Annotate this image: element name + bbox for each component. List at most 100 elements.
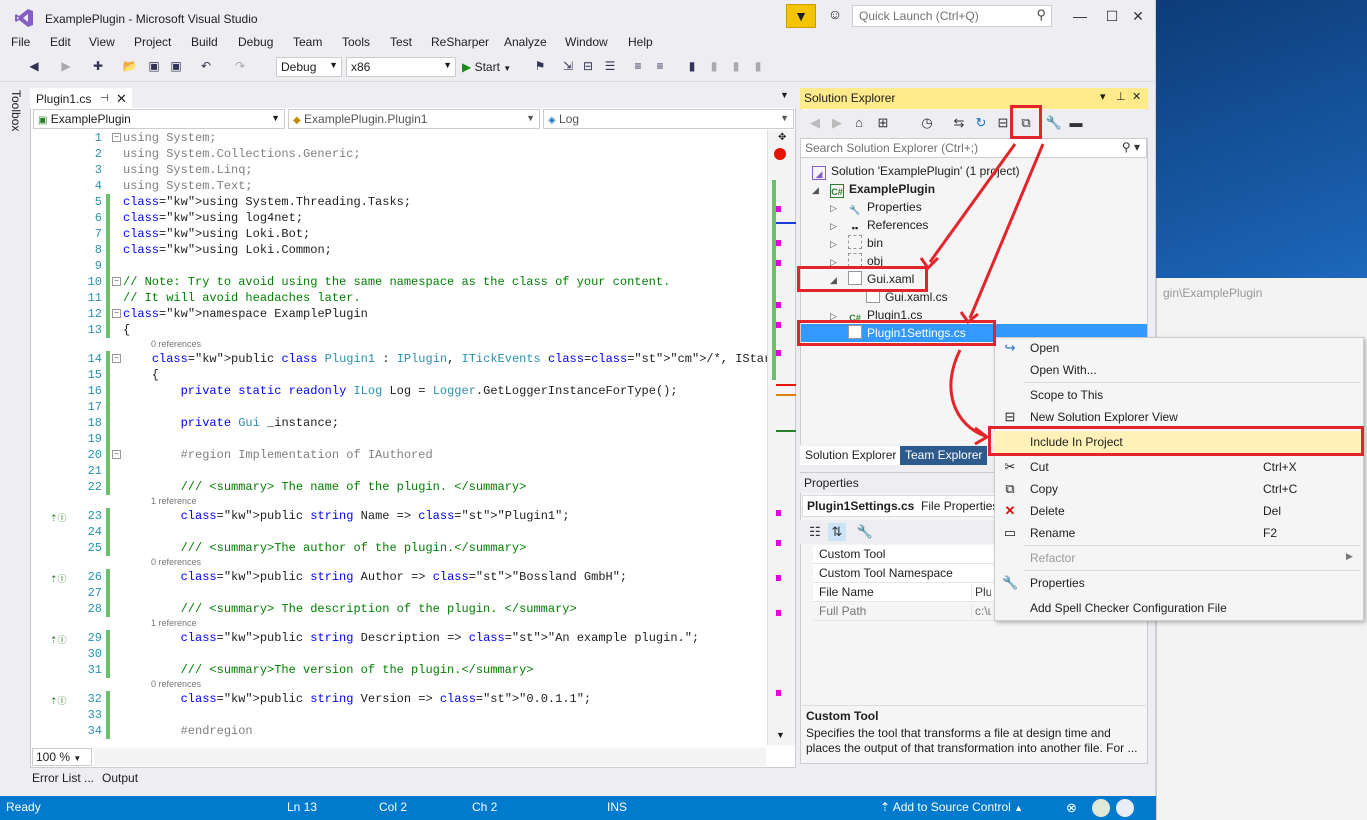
- menu-item-scope-to-this[interactable]: Scope to This: [994, 384, 1362, 406]
- menu-test[interactable]: Test: [390, 35, 412, 49]
- find-icon[interactable]: ⊟: [580, 58, 596, 74]
- panel-menu-icon[interactable]: ▾: [1100, 90, 1106, 103]
- codelens-references[interactable]: 1 reference: [151, 496, 197, 508]
- next-bookmark-icon[interactable]: ▮: [728, 58, 744, 74]
- add-to-source-control-button[interactable]: ⇡ Add to Source Control ▲: [880, 800, 1023, 814]
- collapsed-triangle-icon[interactable]: ▷: [830, 221, 837, 232]
- menu-item-delete[interactable]: ✕ Delete Del: [994, 500, 1362, 522]
- fold-toggle[interactable]: −: [112, 450, 121, 459]
- close-icon[interactable]: ✕: [1132, 90, 1141, 103]
- notification-bell-icon[interactable]: [1116, 799, 1134, 817]
- menu-file[interactable]: File: [11, 35, 30, 49]
- codelens-references[interactable]: 0 references: [151, 339, 201, 351]
- preview-icon[interactable]: ▬: [1067, 114, 1085, 132]
- feedback-icon[interactable]: ☺: [824, 6, 846, 26]
- indent-icon[interactable]: ☰: [602, 58, 618, 74]
- codelens-references[interactable]: 1 reference: [151, 618, 197, 630]
- categorized-icon[interactable]: ☷: [806, 523, 824, 541]
- forward-icon[interactable]: ▶: [828, 114, 846, 132]
- tab-error-list[interactable]: Error List ...: [32, 771, 94, 785]
- zoom-level-select[interactable]: 100 % ▼: [32, 748, 92, 766]
- menu-project[interactable]: Project: [134, 35, 171, 49]
- fold-toggle[interactable]: −: [112, 277, 121, 286]
- forward-icon[interactable]: ▶: [58, 58, 74, 74]
- menu-build[interactable]: Build: [191, 35, 218, 49]
- nav-member-select[interactable]: ◈ Log ▼: [543, 109, 794, 129]
- scroll-down-icon[interactable]: ▼: [776, 730, 788, 742]
- menu-resharper[interactable]: ReSharper: [431, 35, 489, 49]
- alphabetical-icon[interactable]: ⇅: [828, 523, 846, 541]
- tree-project[interactable]: C# ExamplePlugin: [830, 180, 935, 198]
- sync-icon[interactable]: ⇆: [950, 114, 968, 132]
- menu-help[interactable]: Help: [628, 35, 653, 49]
- tab-output[interactable]: Output: [102, 771, 138, 785]
- tab-team-explorer[interactable]: Team Explorer: [900, 446, 988, 465]
- home-icon[interactable]: ⌂: [850, 114, 868, 132]
- toolbox-panel[interactable]: Toolbox: [0, 82, 30, 768]
- tab-solution-explorer[interactable]: Solution Explorer: [800, 446, 902, 465]
- codelens-references[interactable]: 0 references: [151, 679, 201, 691]
- tab-plugin1-cs[interactable]: Plugin1.cs ⊣ ✕: [30, 88, 132, 108]
- switch-views-icon[interactable]: ⊞: [874, 114, 892, 132]
- solution-configuration-select[interactable]: Debug ▼: [276, 57, 342, 77]
- collapsed-triangle-icon[interactable]: ▷: [830, 239, 837, 250]
- tree-references[interactable]: ▪▪ References: [848, 216, 929, 234]
- refresh-icon[interactable]: ↻: [972, 114, 990, 132]
- redo-icon[interactable]: ↷: [232, 58, 248, 74]
- menu-item-open[interactable]: ↪ Open: [994, 337, 1362, 359]
- menu-item-open-with[interactable]: Open With...: [994, 359, 1362, 381]
- comment-icon[interactable]: ≡: [630, 58, 646, 74]
- code-area[interactable]: 1− using System; 2 using System.Collection…: [32, 130, 767, 745]
- menu-window[interactable]: Window: [565, 35, 608, 49]
- menu-item-add-spell-checker[interactable]: Add Spell Checker Configuration File: [994, 597, 1362, 619]
- tab-dropdown-icon[interactable]: ▼: [780, 90, 789, 100]
- menu-analyze[interactable]: Analyze: [504, 35, 547, 49]
- save-all-icon[interactable]: ▣: [168, 58, 184, 74]
- solution-platform-select[interactable]: x86 ▼: [346, 57, 456, 77]
- properties-wrench-icon[interactable]: 🔧: [1045, 114, 1063, 132]
- menu-item-cut[interactable]: ✂ Cut Ctrl+X: [994, 456, 1362, 478]
- property-pages-icon[interactable]: 🔧: [856, 523, 874, 541]
- menu-edit[interactable]: Edit: [50, 35, 71, 49]
- collapsed-triangle-icon[interactable]: ▷: [830, 203, 837, 214]
- back-icon[interactable]: ◀: [806, 114, 824, 132]
- browser-link-icon[interactable]: ⚑: [532, 58, 548, 74]
- step-icon[interactable]: ⇲: [560, 58, 576, 74]
- notification-filter-icon[interactable]: ▼: [786, 4, 816, 28]
- open-file-icon[interactable]: 📂: [122, 58, 138, 74]
- close-icon[interactable]: ✕: [116, 91, 127, 107]
- editor-horizontal-scrollbar[interactable]: [94, 748, 766, 766]
- menu-item-copy[interactable]: ⧉ Copy Ctrl+C: [994, 478, 1362, 500]
- bookmark-icon[interactable]: ▮: [684, 58, 700, 74]
- close-button[interactable]: ✕: [1116, 0, 1160, 34]
- codelens-references[interactable]: 0 references: [151, 557, 201, 569]
- prev-bookmark-icon[interactable]: ▮: [706, 58, 722, 74]
- menu-view[interactable]: View: [89, 35, 115, 49]
- tree-bin[interactable]: bin: [848, 234, 883, 252]
- expanded-triangle-icon[interactable]: ◢: [812, 185, 819, 196]
- undo-icon[interactable]: ↶: [198, 58, 214, 74]
- menu-team[interactable]: Team: [293, 35, 322, 49]
- error-icon[interactable]: [774, 148, 786, 160]
- fold-toggle[interactable]: −: [112, 354, 121, 363]
- menu-item-refactor[interactable]: Refactor ▶: [994, 547, 1362, 569]
- uncomment-icon[interactable]: ≡: [652, 58, 668, 74]
- tree-solution[interactable]: ◢ Solution 'ExamplePlugin' (1 project): [812, 162, 1020, 180]
- save-icon[interactable]: ▣: [146, 58, 162, 74]
- back-icon[interactable]: ◀: [26, 58, 42, 74]
- menu-item-new-solution-explorer-view[interactable]: ⊟ New Solution Explorer View: [994, 406, 1362, 428]
- pin-icon[interactable]: ⊣: [100, 93, 109, 104]
- new-project-icon[interactable]: ✚: [90, 58, 106, 74]
- notifications-icon[interactable]: ⊗: [1066, 800, 1077, 816]
- solution-explorer-search-input[interactable]: Search Solution Explorer (Ctrl+;) ⚲ ▾: [800, 138, 1147, 158]
- pin-icon[interactable]: ⊥: [1116, 90, 1126, 103]
- quick-launch-input[interactable]: Quick Launch (Ctrl+Q) ⚲: [852, 5, 1052, 27]
- menu-item-rename[interactable]: ▭ Rename F2: [994, 522, 1362, 544]
- pending-changes-icon[interactable]: ◷: [918, 114, 936, 132]
- nav-type-select[interactable]: ◆ ExamplePlugin.Plugin1 ▼: [288, 109, 540, 129]
- feedback-smiley-icon[interactable]: [1092, 799, 1110, 817]
- fold-toggle[interactable]: −: [112, 133, 121, 142]
- tree-properties[interactable]: 🔧 Properties: [848, 198, 921, 216]
- split-icon[interactable]: ✥: [778, 132, 790, 144]
- nav-project-select[interactable]: ▣ ExamplePlugin ▼: [33, 109, 285, 129]
